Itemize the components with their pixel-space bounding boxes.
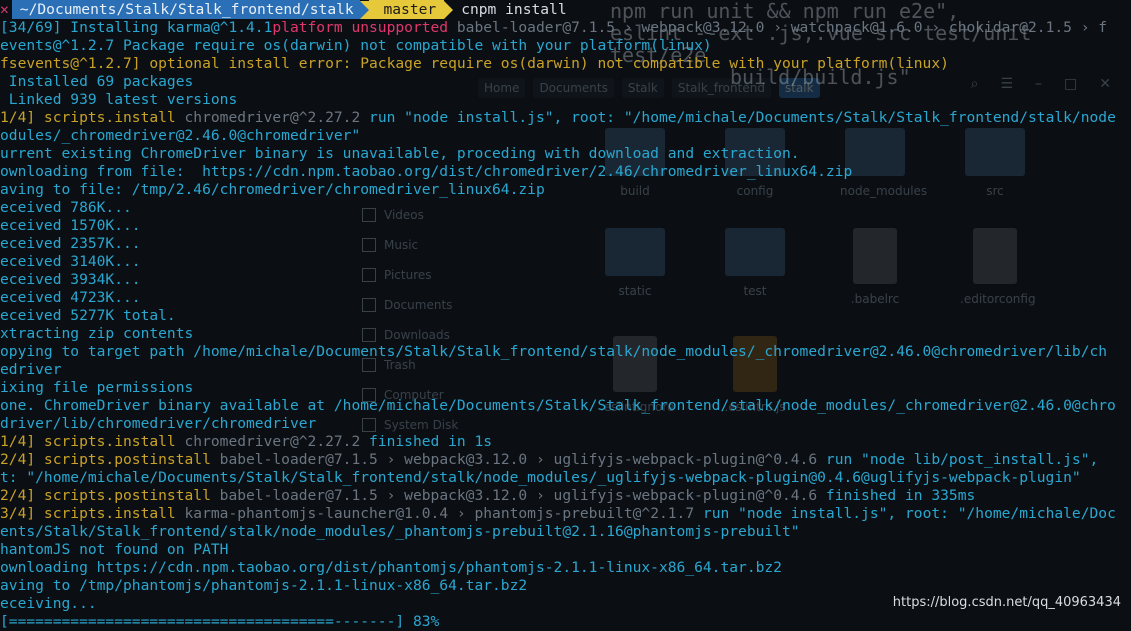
terminal-text: opying to target path /home/michale/Docu… — [0, 343, 1108, 360]
terminal-text: [=====================================--… — [0, 613, 440, 630]
terminal-text: eceiving... — [0, 595, 97, 612]
terminal-text: eceived 4723K... — [0, 289, 141, 306]
terminal-text: ixing file permissions — [0, 379, 194, 396]
terminal-line: eceiving... — [0, 595, 97, 613]
terminal-line: 2/4] scripts.postinstall babel-loader@7.… — [0, 451, 1098, 469]
terminal-text: 2/4] scripts.postinstall — [0, 451, 211, 468]
terminal-line: aving to /tmp/phantomjs/phantomjs-2.1.1-… — [0, 577, 527, 595]
terminal-text: aving to file: /tmp/2.46/chromedriver/ch… — [0, 181, 545, 198]
terminal-text: eceived 786K... — [0, 199, 132, 216]
terminal-text: xtracting zip contents — [0, 325, 194, 342]
terminal-line: eceived 5277K total. — [0, 307, 176, 325]
terminal-text: chromedriver@^2.27.2 — [175, 433, 361, 450]
terminal-text: babel-loader@7.1.5 › webpack@3.12.0 › wa… — [448, 19, 1108, 36]
terminal-text: eceived 5277K total. — [0, 307, 176, 324]
watermark-url: https://blog.csdn.net/qq_40963434 — [892, 595, 1121, 610]
powerline-separator — [444, 0, 454, 19]
terminal-line: edriver — [0, 361, 62, 379]
terminal-text: babel-loader@7.1.5 › webpack@3.12.0 › ug… — [210, 487, 818, 504]
terminal-line: events@^1.2.7 Package require os(darwin)… — [0, 37, 712, 55]
terminal-text: 1/4] scripts.install — [0, 433, 176, 450]
error-status-icon: ✕ — [0, 1, 9, 18]
terminal-line: eceived 1570K... — [0, 217, 141, 235]
terminal-text: run "node lib/post_install.js", — [817, 451, 1099, 468]
terminal-line: hantomJS not found on PATH — [0, 541, 228, 559]
terminal-text: aving to /tmp/phantomjs/phantomjs-2.1.1-… — [0, 577, 528, 594]
shell-prompt: ✕ ~/Documents/Stalk/Stalk_frontend/stalk… — [0, 0, 567, 19]
terminal-text: platform unsupported — [272, 19, 449, 36]
terminal-line: ownloading from file: https://cdn.npm.ta… — [0, 163, 852, 181]
terminal-line: driver/lib/chromedriver/chromedriver — [0, 415, 316, 433]
terminal-text: 1/4] scripts.install — [0, 109, 176, 126]
terminal-text: chromedriver@^2.27.2 — [175, 109, 361, 126]
terminal-line: Linked 939 latest versions — [0, 91, 237, 109]
terminal-line: eceived 2357K... — [0, 235, 141, 253]
terminal-text: run "node install.js", root: "/home/mich… — [694, 505, 1116, 522]
terminal-line: [=====================================--… — [0, 613, 439, 631]
terminal-text: Installed 69 packages — [0, 73, 194, 90]
terminal-text: fsevents@^1.2.7] optional install error:… — [0, 55, 949, 72]
terminal-text: events@^1.2.7 Package require os(darwin)… — [0, 37, 712, 54]
terminal-text: driver/lib/chromedriver/chromedriver — [0, 415, 317, 432]
prompt-path: ~/Documents/Stalk/Stalk_frontend/stalk — [11, 0, 360, 19]
terminal-text: t: "/home/michale/Documents/Stalk/Stalk_… — [0, 469, 1081, 486]
terminal-line: aving to file: /tmp/2.46/chromedriver/ch… — [0, 181, 545, 199]
terminal-text: finished in 1s — [360, 433, 493, 450]
terminal-text: babel-loader@7.1.5 › webpack@3.12.0 › ug… — [210, 451, 818, 468]
terminal-line: ixing file permissions — [0, 379, 193, 397]
terminal-text: [34/69] Installing karma@^1.4.1 — [0, 19, 273, 36]
terminal-line: urrent existing ChromeDriver binary is u… — [0, 145, 800, 163]
terminal-line: ownloading https://cdn.npm.taobao.org/di… — [0, 559, 782, 577]
terminal-line: ents/Stalk/Stalk_frontend/stalk/node_mod… — [0, 523, 800, 541]
terminal-line: eceived 786K... — [0, 199, 132, 217]
terminal-text: ents/Stalk/Stalk_frontend/stalk/node_mod… — [0, 523, 800, 540]
terminal-line: [34/69] Installing karma@^1.4.1platform … — [0, 19, 1107, 37]
terminal-text: finished in 335ms — [817, 487, 976, 504]
terminal-text: 3/4] scripts.install — [0, 505, 176, 522]
terminal-line: t: "/home/michale/Documents/Stalk/Stalk_… — [0, 469, 1081, 487]
terminal-text: urrent existing ChromeDriver binary is u… — [0, 145, 800, 162]
terminal-text: eceived 2357K... — [0, 235, 141, 252]
terminal-text: Linked 939 latest versions — [0, 91, 238, 108]
terminal-text: run "node install.js", root: "/home/mich… — [360, 109, 1116, 126]
terminal-text: 2/4] scripts.postinstall — [0, 487, 211, 504]
terminal-line: eceived 3934K... — [0, 271, 141, 289]
terminal-line: eceived 3140K... — [0, 253, 141, 271]
terminal-text: ownloading from file: https://cdn.npm.ta… — [0, 163, 853, 180]
terminal-line: eceived 4723K... — [0, 289, 141, 307]
terminal-text: odules/_chromedriver@2.46.0@chromedriver… — [0, 127, 361, 144]
powerline-separator — [359, 0, 369, 19]
shell-command: cnpm install — [461, 1, 567, 18]
git-branch-name: master — [383, 1, 437, 18]
terminal-line: odules/_chromedriver@2.46.0@chromedriver… — [0, 127, 360, 145]
terminal-line: 3/4] scripts.install karma-phantomjs-lau… — [0, 505, 1116, 523]
terminal-text: one. ChromeDriver binary available at /h… — [0, 397, 1116, 414]
terminal-line: 1/4] scripts.install chromedriver@^2.27.… — [0, 109, 1116, 127]
terminal-text: hantomJS not found on PATH — [0, 541, 229, 558]
terminal-line: xtracting zip contents — [0, 325, 193, 343]
terminal-text: eceived 3934K... — [0, 271, 141, 288]
terminal-text: eceived 1570K... — [0, 217, 141, 234]
terminal-text: edriver — [0, 361, 62, 378]
terminal-window[interactable]: ✕ ~/Documents/Stalk/Stalk_frontend/stalk… — [0, 0, 1131, 630]
terminal-text: ownloading https://cdn.npm.taobao.org/di… — [0, 559, 782, 576]
terminal-text: eceived 3140K... — [0, 253, 141, 270]
terminal-line: fsevents@^1.2.7] optional install error:… — [0, 55, 949, 73]
terminal-text: karma-phantomjs-launcher@1.0.4 › phantom… — [175, 505, 695, 522]
terminal-line: Installed 69 packages — [0, 73, 194, 91]
terminal-line: 1/4] scripts.install chromedriver@^2.27.… — [0, 433, 492, 451]
terminal-line: 2/4] scripts.postinstall babel-loader@7.… — [0, 487, 975, 505]
terminal-line: opying to target path /home/michale/Docu… — [0, 343, 1107, 361]
terminal-line: one. ChromeDriver binary available at /h… — [0, 397, 1116, 415]
git-branch-segment: master — [368, 0, 445, 19]
